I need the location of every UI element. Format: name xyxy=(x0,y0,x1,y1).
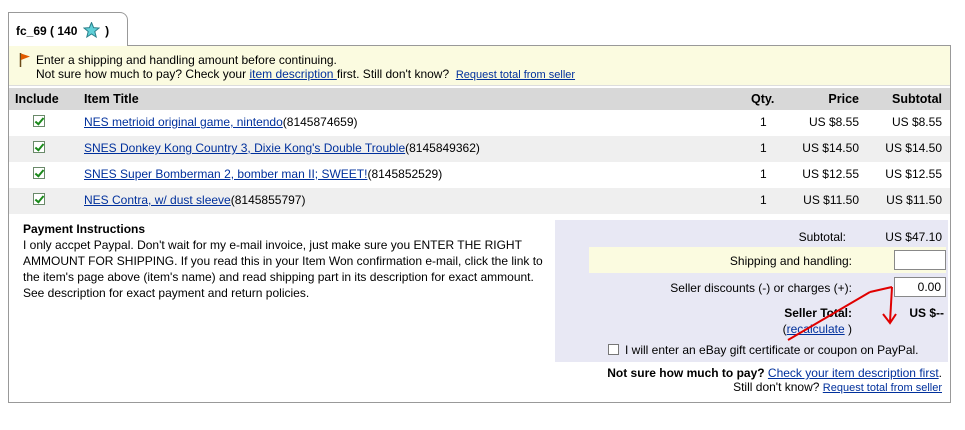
notice-line2: Not sure how much to pay? Check your ite… xyxy=(36,67,576,81)
notice-line1: Enter a shipping and handling amount bef… xyxy=(36,53,337,67)
payment-instructions: Payment Instructions I only accpet Paypa… xyxy=(23,221,553,301)
item-price: US $11.50 xyxy=(803,193,859,207)
star-icon xyxy=(82,21,101,41)
flag-icon xyxy=(19,53,31,70)
item-qty: 1 xyxy=(760,141,767,155)
seller-tab[interactable]: fc_69 ( 140 ) xyxy=(8,12,128,46)
check-description-link[interactable]: Check your item description first xyxy=(768,366,939,380)
annotation-arrow xyxy=(787,286,897,341)
header-item-title: Item Title xyxy=(84,92,139,106)
discount-input[interactable]: 0.00 xyxy=(894,277,946,297)
not-sure-line1: Not sure how much to pay? Check your ite… xyxy=(607,366,942,380)
gift-certificate-checkbox[interactable] xyxy=(608,344,619,355)
seller-total-value: US $-- xyxy=(909,306,944,320)
item-price: US $8.55 xyxy=(808,115,859,129)
payment-instructions-heading: Payment Instructions xyxy=(23,222,146,236)
include-checkbox[interactable] xyxy=(33,141,45,153)
item-price: US $12.55 xyxy=(802,167,859,181)
item-id: (8145855797) xyxy=(230,193,306,207)
subtotal-label: Subtotal: xyxy=(798,230,846,244)
item-subtotal: US $14.50 xyxy=(885,141,942,155)
item-title-link[interactable]: NES metrioid original game, nintendo xyxy=(84,115,283,129)
shipping-input[interactable] xyxy=(894,250,946,270)
not-sure-line2: Still don't know? Request total from sel… xyxy=(733,380,942,394)
item-title-link[interactable]: NES Contra, w/ dust sleeve xyxy=(84,193,231,207)
table-row: SNES Donkey Kong Country 3, Dixie Kong's… xyxy=(9,136,950,162)
table-row: NES Contra, w/ dust sleeve(8145855797) 1… xyxy=(9,188,950,214)
item-description-link[interactable]: item description xyxy=(249,67,336,81)
item-title-link[interactable]: SNES Super Bomberman 2, bomber man II; S… xyxy=(84,167,367,181)
payment-instructions-text: I only accpet Paypal. Don't wait for my … xyxy=(23,238,543,300)
item-subtotal: US $11.50 xyxy=(886,193,942,207)
table-row: NES metrioid original game, nintendo(814… xyxy=(9,110,950,136)
shipping-notice: Enter a shipping and handling amount bef… xyxy=(9,46,950,86)
include-checkbox[interactable] xyxy=(33,193,45,205)
item-subtotal: US $12.55 xyxy=(885,167,942,181)
header-include: Include xyxy=(15,92,59,106)
item-id: (8145874659) xyxy=(282,115,358,129)
item-price: US $14.50 xyxy=(802,141,859,155)
request-total-footer-link[interactable]: Request total from seller xyxy=(823,382,942,394)
table-row: SNES Super Bomberman 2, bomber man II; S… xyxy=(9,162,950,188)
shipping-label: Shipping and handling: xyxy=(729,254,852,268)
item-subtotal: US $8.55 xyxy=(891,115,942,129)
header-subtotal: Subtotal xyxy=(892,92,942,106)
item-qty: 1 xyxy=(760,193,767,207)
item-qty: 1 xyxy=(760,167,767,181)
header-price: Price xyxy=(828,92,859,106)
item-title-link[interactable]: SNES Donkey Kong Country 3, Dixie Kong's… xyxy=(84,141,405,155)
item-id: (8145852529) xyxy=(367,167,443,181)
item-id: (8145849362) xyxy=(405,141,480,155)
item-qty: 1 xyxy=(760,115,767,129)
include-checkbox[interactable] xyxy=(33,167,45,179)
seller-tab-suffix: ) xyxy=(105,24,110,38)
header-qty: Qty. xyxy=(751,92,775,106)
items-table-header: Include Item Title Qty. Price Subtotal xyxy=(9,88,950,110)
subtotal-value: US $47.10 xyxy=(885,230,942,244)
seller-tab-label: fc_69 ( 140 xyxy=(16,24,78,38)
include-checkbox[interactable] xyxy=(33,115,45,127)
request-total-link[interactable]: Request total from seller xyxy=(456,69,575,81)
